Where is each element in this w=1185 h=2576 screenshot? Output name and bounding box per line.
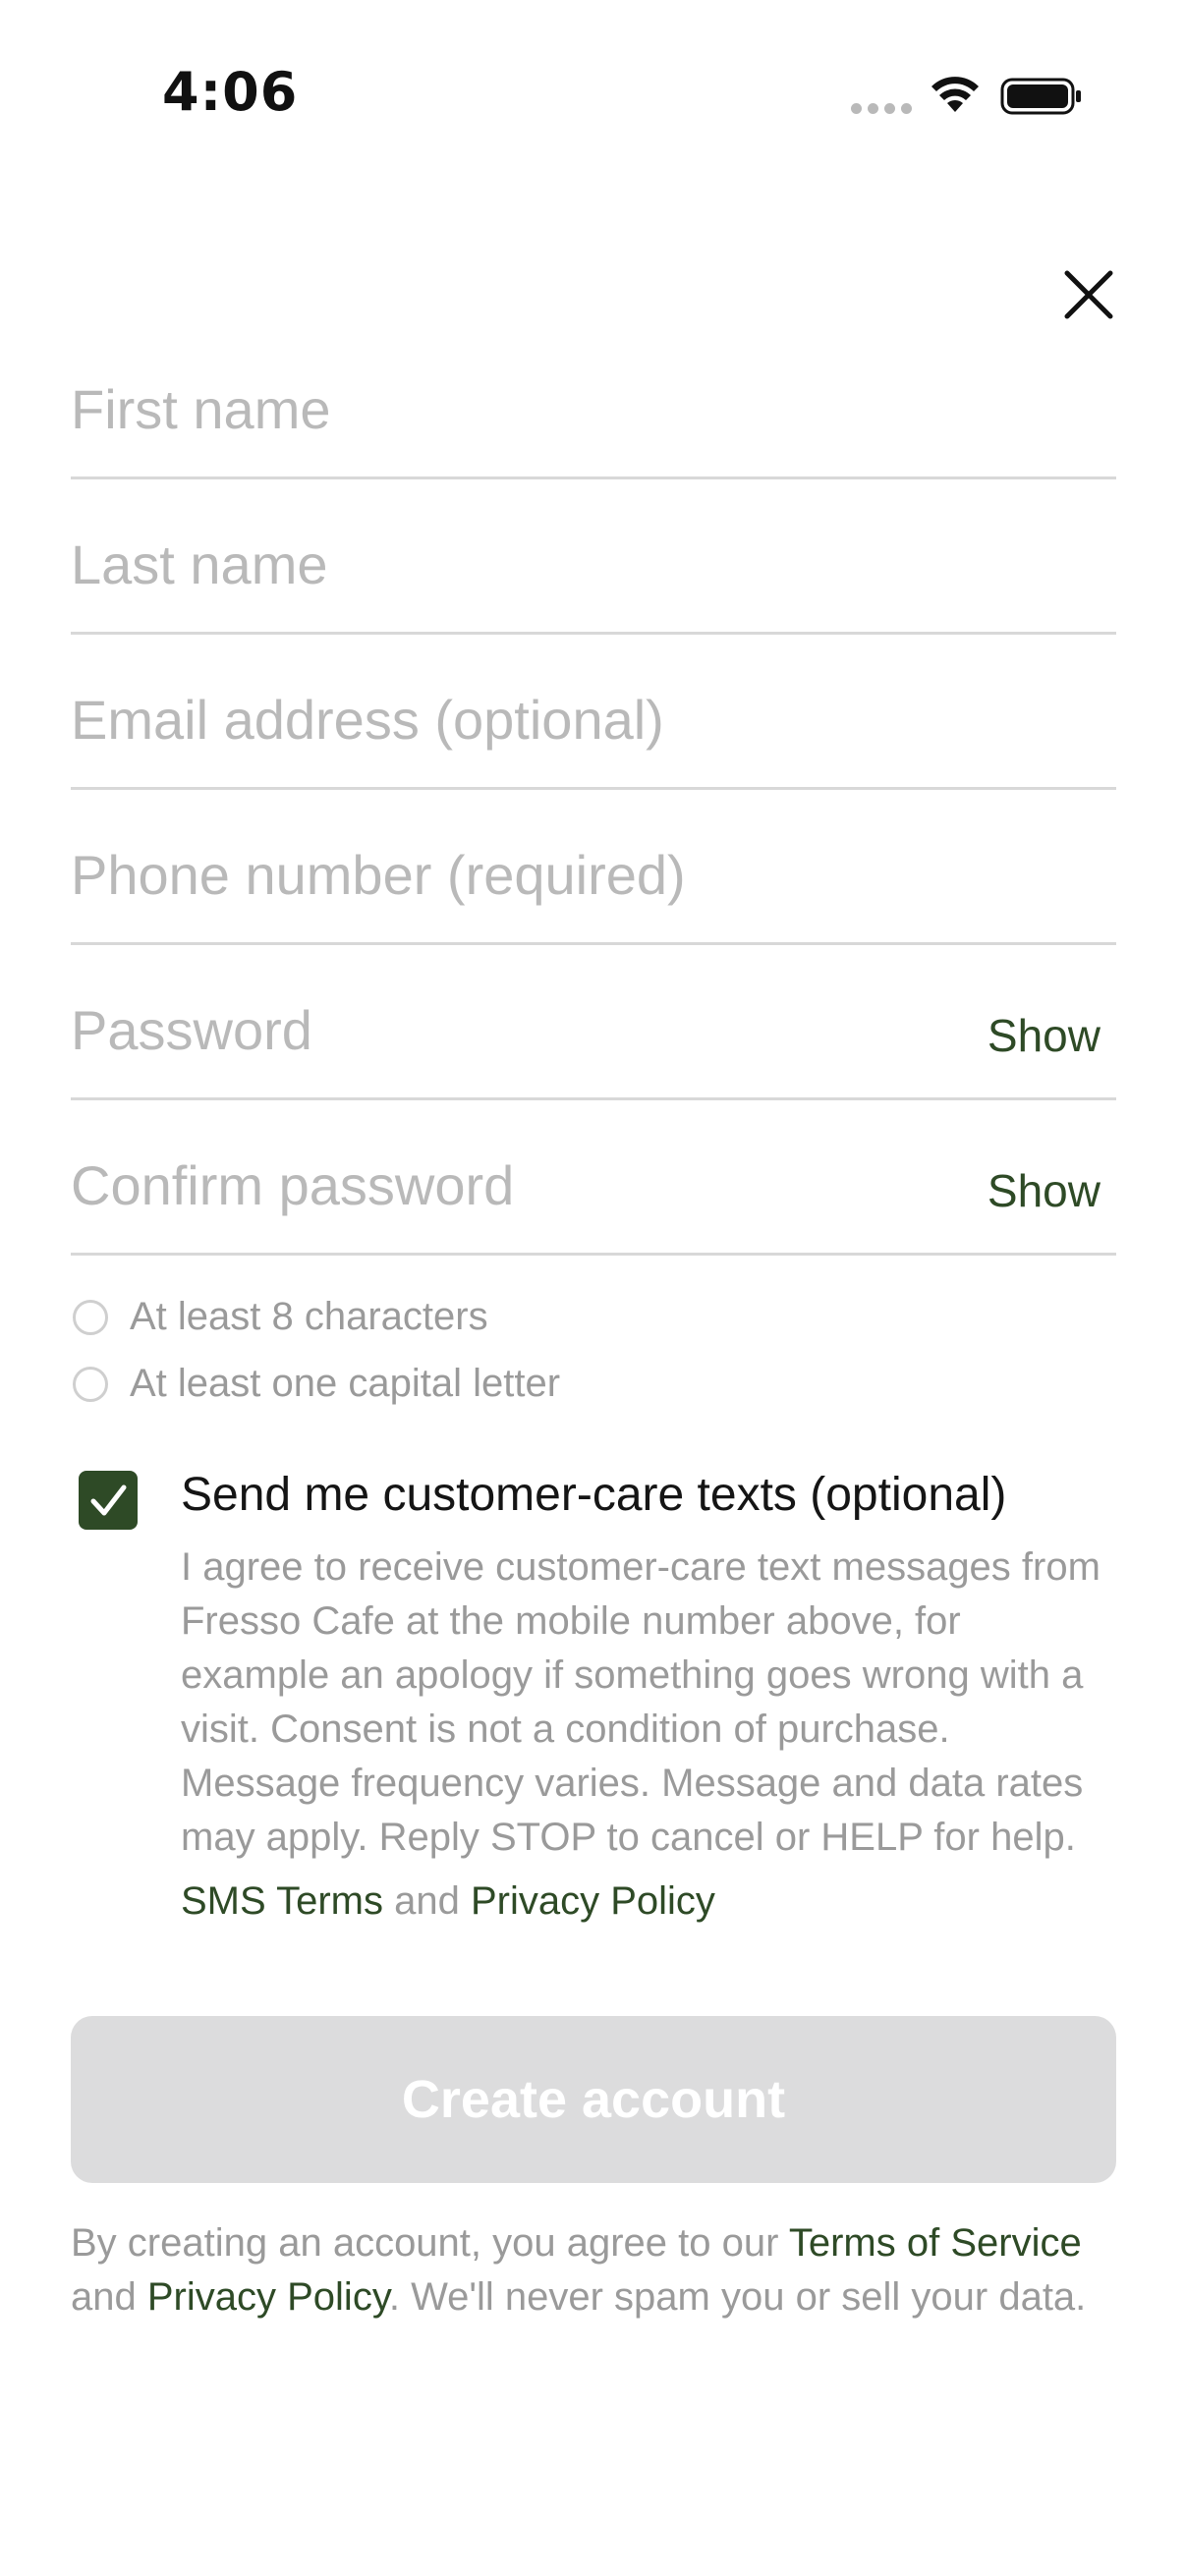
rule-status-icon <box>73 1366 108 1402</box>
battery-icon <box>1000 78 1081 115</box>
privacy-policy-link[interactable]: Privacy Policy <box>471 1879 715 1923</box>
and-text: and <box>394 1879 460 1923</box>
password-input[interactable] <box>71 998 857 1062</box>
legal-footer: By creating an account, you agree to our… <box>71 2216 1116 2324</box>
terms-of-service-link[interactable]: Terms of Service <box>789 2221 1082 2265</box>
first-name-field <box>71 324 1116 479</box>
checkmark-icon <box>90 1484 127 1516</box>
sms-consent-body: I agree to receive customer-care text me… <box>181 1545 1100 1859</box>
footer-prefix: By creating an account, you agree to our <box>71 2221 779 2265</box>
sms-terms-link[interactable]: SMS Terms <box>181 1879 383 1923</box>
wifi-icon <box>931 77 979 112</box>
sign-up-screen: 4:06 Show Show At least 8 charact <box>0 0 1185 2576</box>
sms-consent-links: SMS Terms and Privacy Policy <box>181 1879 715 1924</box>
password-rule: At least one capital letter <box>73 1362 560 1406</box>
create-account-button[interactable]: Create account <box>71 2016 1116 2183</box>
footer-suffix: . We'll never spam you or sell your data… <box>388 2275 1087 2319</box>
sms-consent-checkbox[interactable] <box>79 1471 138 1530</box>
footer-privacy-policy-link[interactable]: Privacy Policy <box>147 2275 389 2319</box>
status-time: 4:06 <box>162 61 299 123</box>
rule-status-icon <box>73 1299 108 1335</box>
password-show-button[interactable]: Show <box>988 1009 1100 1062</box>
email-field <box>71 635 1116 790</box>
confirm-password-input[interactable] <box>71 1153 857 1217</box>
password-field: Show <box>71 945 1116 1100</box>
rule-label: At least one capital letter <box>130 1362 561 1405</box>
last-name-field <box>71 479 1116 635</box>
email-input[interactable] <box>71 688 955 752</box>
sms-consent-title: Send me customer-care texts (optional) <box>181 1469 1007 1521</box>
confirm-password-show-button[interactable]: Show <box>988 1164 1100 1217</box>
rule-label: At least 8 characters <box>130 1295 488 1338</box>
last-name-input[interactable] <box>71 532 955 596</box>
first-name-input[interactable] <box>71 377 955 441</box>
phone-field <box>71 790 1116 945</box>
footer-and: and <box>71 2275 137 2319</box>
confirm-password-field: Show <box>71 1100 1116 1256</box>
close-icon[interactable] <box>1061 267 1116 322</box>
cellular-signal-icon <box>851 103 912 114</box>
password-rule: At least 8 characters <box>73 1295 488 1339</box>
phone-input[interactable] <box>71 843 955 907</box>
